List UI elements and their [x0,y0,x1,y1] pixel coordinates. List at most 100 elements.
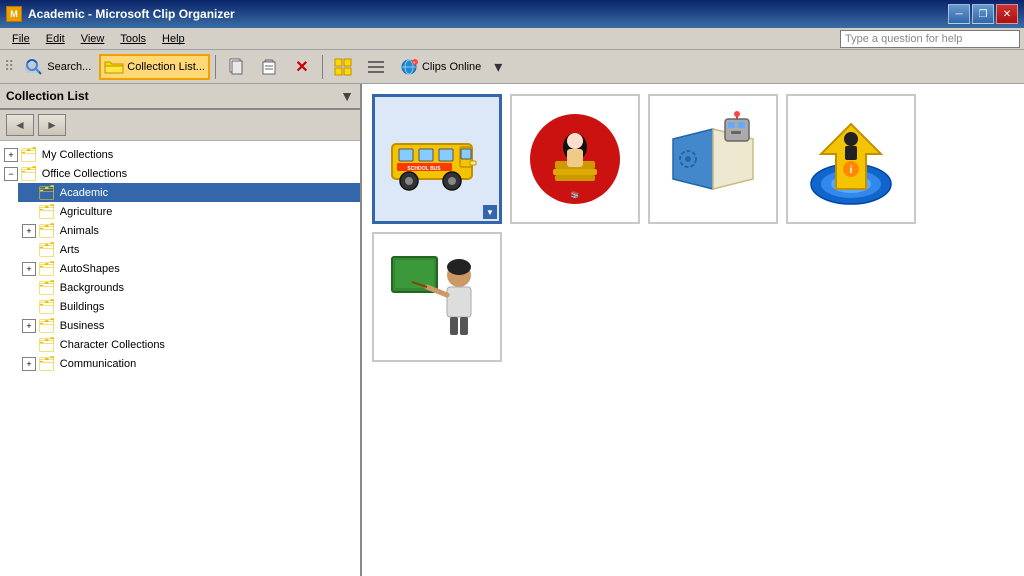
tree-label-agriculture: Agriculture [60,206,113,218]
sidebar-collapse-icon[interactable]: ▼ [340,88,354,104]
toolbar-options-button[interactable]: ▾ [489,54,507,80]
tree-label-business: Business [60,320,105,332]
window-controls: ─ ❐ ✕ [948,4,1018,24]
folder-icon-business: 🗂 [38,317,56,334]
forward-button[interactable]: ► [38,114,66,136]
sidebar: Collection List ▼ ◄ ► + 🗂 My Collections… [0,84,362,576]
tree-item-animals[interactable]: + 🗂 Animals [18,221,360,240]
tree-label-communication: Communication [60,358,136,370]
expand-my-collections[interactable]: + [4,148,18,162]
menu-view[interactable]: View [73,31,113,47]
tree-item-character-collections[interactable]: 🗂 Character Collections [18,335,360,354]
folder-icon-communication: 🗂 [38,355,56,372]
clip-content-area: SCHOOL BUS ▼ 📚 [362,84,1024,576]
toolbar-separator-1 [215,55,216,79]
globe-icon: + [399,57,419,77]
folder-icon-academic: 🗂 [38,184,56,201]
copy-button[interactable] [221,54,251,80]
menu-help[interactable]: Help [154,31,193,47]
thumbnails-icon [333,57,353,77]
copy-icon [226,57,246,77]
restore-button[interactable]: ❐ [972,4,994,24]
help-placeholder: Type a question for help [845,33,962,45]
folder-icon-backgrounds: 🗂 [38,279,56,296]
delete-button[interactable]: ✕ [287,54,317,80]
folder-icon-character-collections: 🗂 [38,336,56,353]
clip-apple[interactable]: 📚 [510,94,640,224]
tree-item-business[interactable]: + 🗂 Business [18,316,360,335]
toolbar: ⠿ Search... Collection List... [0,50,1024,84]
menu-tools[interactable]: Tools [112,31,154,47]
clips-online-label: Clips Online [422,61,481,73]
main-area: Collection List ▼ ◄ ► + 🗂 My Collections… [0,84,1024,576]
svg-text:i: i [850,165,853,176]
expand-autoshapes[interactable]: + [22,262,36,276]
menu-bar: File Edit View Tools Help Type a questio… [0,28,1024,50]
expand-business[interactable]: + [22,319,36,333]
tree-label-character-collections: Character Collections [60,339,165,351]
view-list-button[interactable] [361,54,391,80]
delete-icon: ✕ [292,57,312,77]
title-bar-left: M Academic - Microsoft Clip Organizer [6,6,235,22]
folder-icon-office-collections: 🗂 [20,165,38,182]
clip-bus[interactable]: SCHOOL BUS ▼ [372,94,502,224]
svg-text:SCHOOL BUS: SCHOOL BUS [407,166,441,172]
clip-book-robot[interactable] [648,94,778,224]
clip-funnel[interactable]: i [786,94,916,224]
close-button[interactable]: ✕ [996,4,1018,24]
expand-communication[interactable]: + [22,357,36,371]
expand-office-collections[interactable]: − [4,167,18,181]
tree-item-autoshapes[interactable]: + 🗂 AutoShapes [18,259,360,278]
tree-label-backgrounds: Backgrounds [60,282,124,294]
view-thumbs-button[interactable] [328,54,358,80]
window-title: Academic - Microsoft Clip Organizer [28,7,235,21]
help-search-box[interactable]: Type a question for help [840,30,1020,48]
expand-animals[interactable]: + [22,224,36,238]
menu-file[interactable]: File [4,31,38,47]
clips-online-button[interactable]: + Clips Online [394,54,486,80]
collection-list-label: Collection List... [127,61,205,73]
folder-icon-my-collections: 🗂 [20,146,38,163]
sidebar-title: Collection List [6,89,89,103]
search-icon [24,57,44,77]
paste-icon [259,57,279,77]
search-label: Search... [47,61,91,73]
folder-icon-agriculture: 🗂 [38,203,56,220]
sidebar-header: Collection List ▼ [0,84,360,110]
tree-label-office-collections: Office Collections [42,168,127,180]
tree-item-communication[interactable]: + 🗂 Communication [18,354,360,373]
clip-teacher[interactable] [372,232,502,362]
tree-label-my-collections: My Collections [42,149,114,161]
svg-text:📚: 📚 [571,190,580,199]
folder-open-icon [104,57,124,77]
paste-button[interactable] [254,54,284,80]
tree-item-arts[interactable]: 🗂 Arts [18,240,360,259]
tree-label-animals: Animals [60,225,99,237]
search-button[interactable]: Search... [19,54,96,80]
title-bar: M Academic - Microsoft Clip Organizer ─ … [0,0,1024,28]
tree-item-my-collections[interactable]: + 🗂 My Collections [0,145,360,164]
folder-icon-arts: 🗂 [38,241,56,258]
menu-edit[interactable]: Edit [38,31,73,47]
tree-item-office-collections[interactable]: − 🗂 Office Collections [0,164,360,183]
collection-list-button[interactable]: Collection List... [99,54,210,80]
tree-item-academic[interactable]: 🗂 Academic [18,183,360,202]
folder-icon-autoshapes: 🗂 [38,260,56,277]
clip-dropdown-arrow[interactable]: ▼ [483,205,497,219]
tree-label-academic: Academic [60,187,108,199]
tree-item-agriculture[interactable]: 🗂 Agriculture [18,202,360,221]
tree-label-buildings: Buildings [60,301,105,313]
minimize-button[interactable]: ─ [948,4,970,24]
folder-icon-animals: 🗂 [38,222,56,239]
folder-icon-buildings: 🗂 [38,298,56,315]
app-icon: M [6,6,22,22]
back-button[interactable]: ◄ [6,114,34,136]
tree-item-buildings[interactable]: 🗂 Buildings [18,297,360,316]
tree-item-backgrounds[interactable]: 🗂 Backgrounds [18,278,360,297]
toolbar-separator-2 [322,55,323,79]
tree-label-arts: Arts [60,244,80,256]
tree-label-autoshapes: AutoShapes [60,263,120,275]
toolbar-grip: ⠿ [4,58,14,75]
collection-tree[interactable]: + 🗂 My Collections − 🗂 Office Collection… [0,141,360,576]
sidebar-navigation: ◄ ► [0,110,360,141]
